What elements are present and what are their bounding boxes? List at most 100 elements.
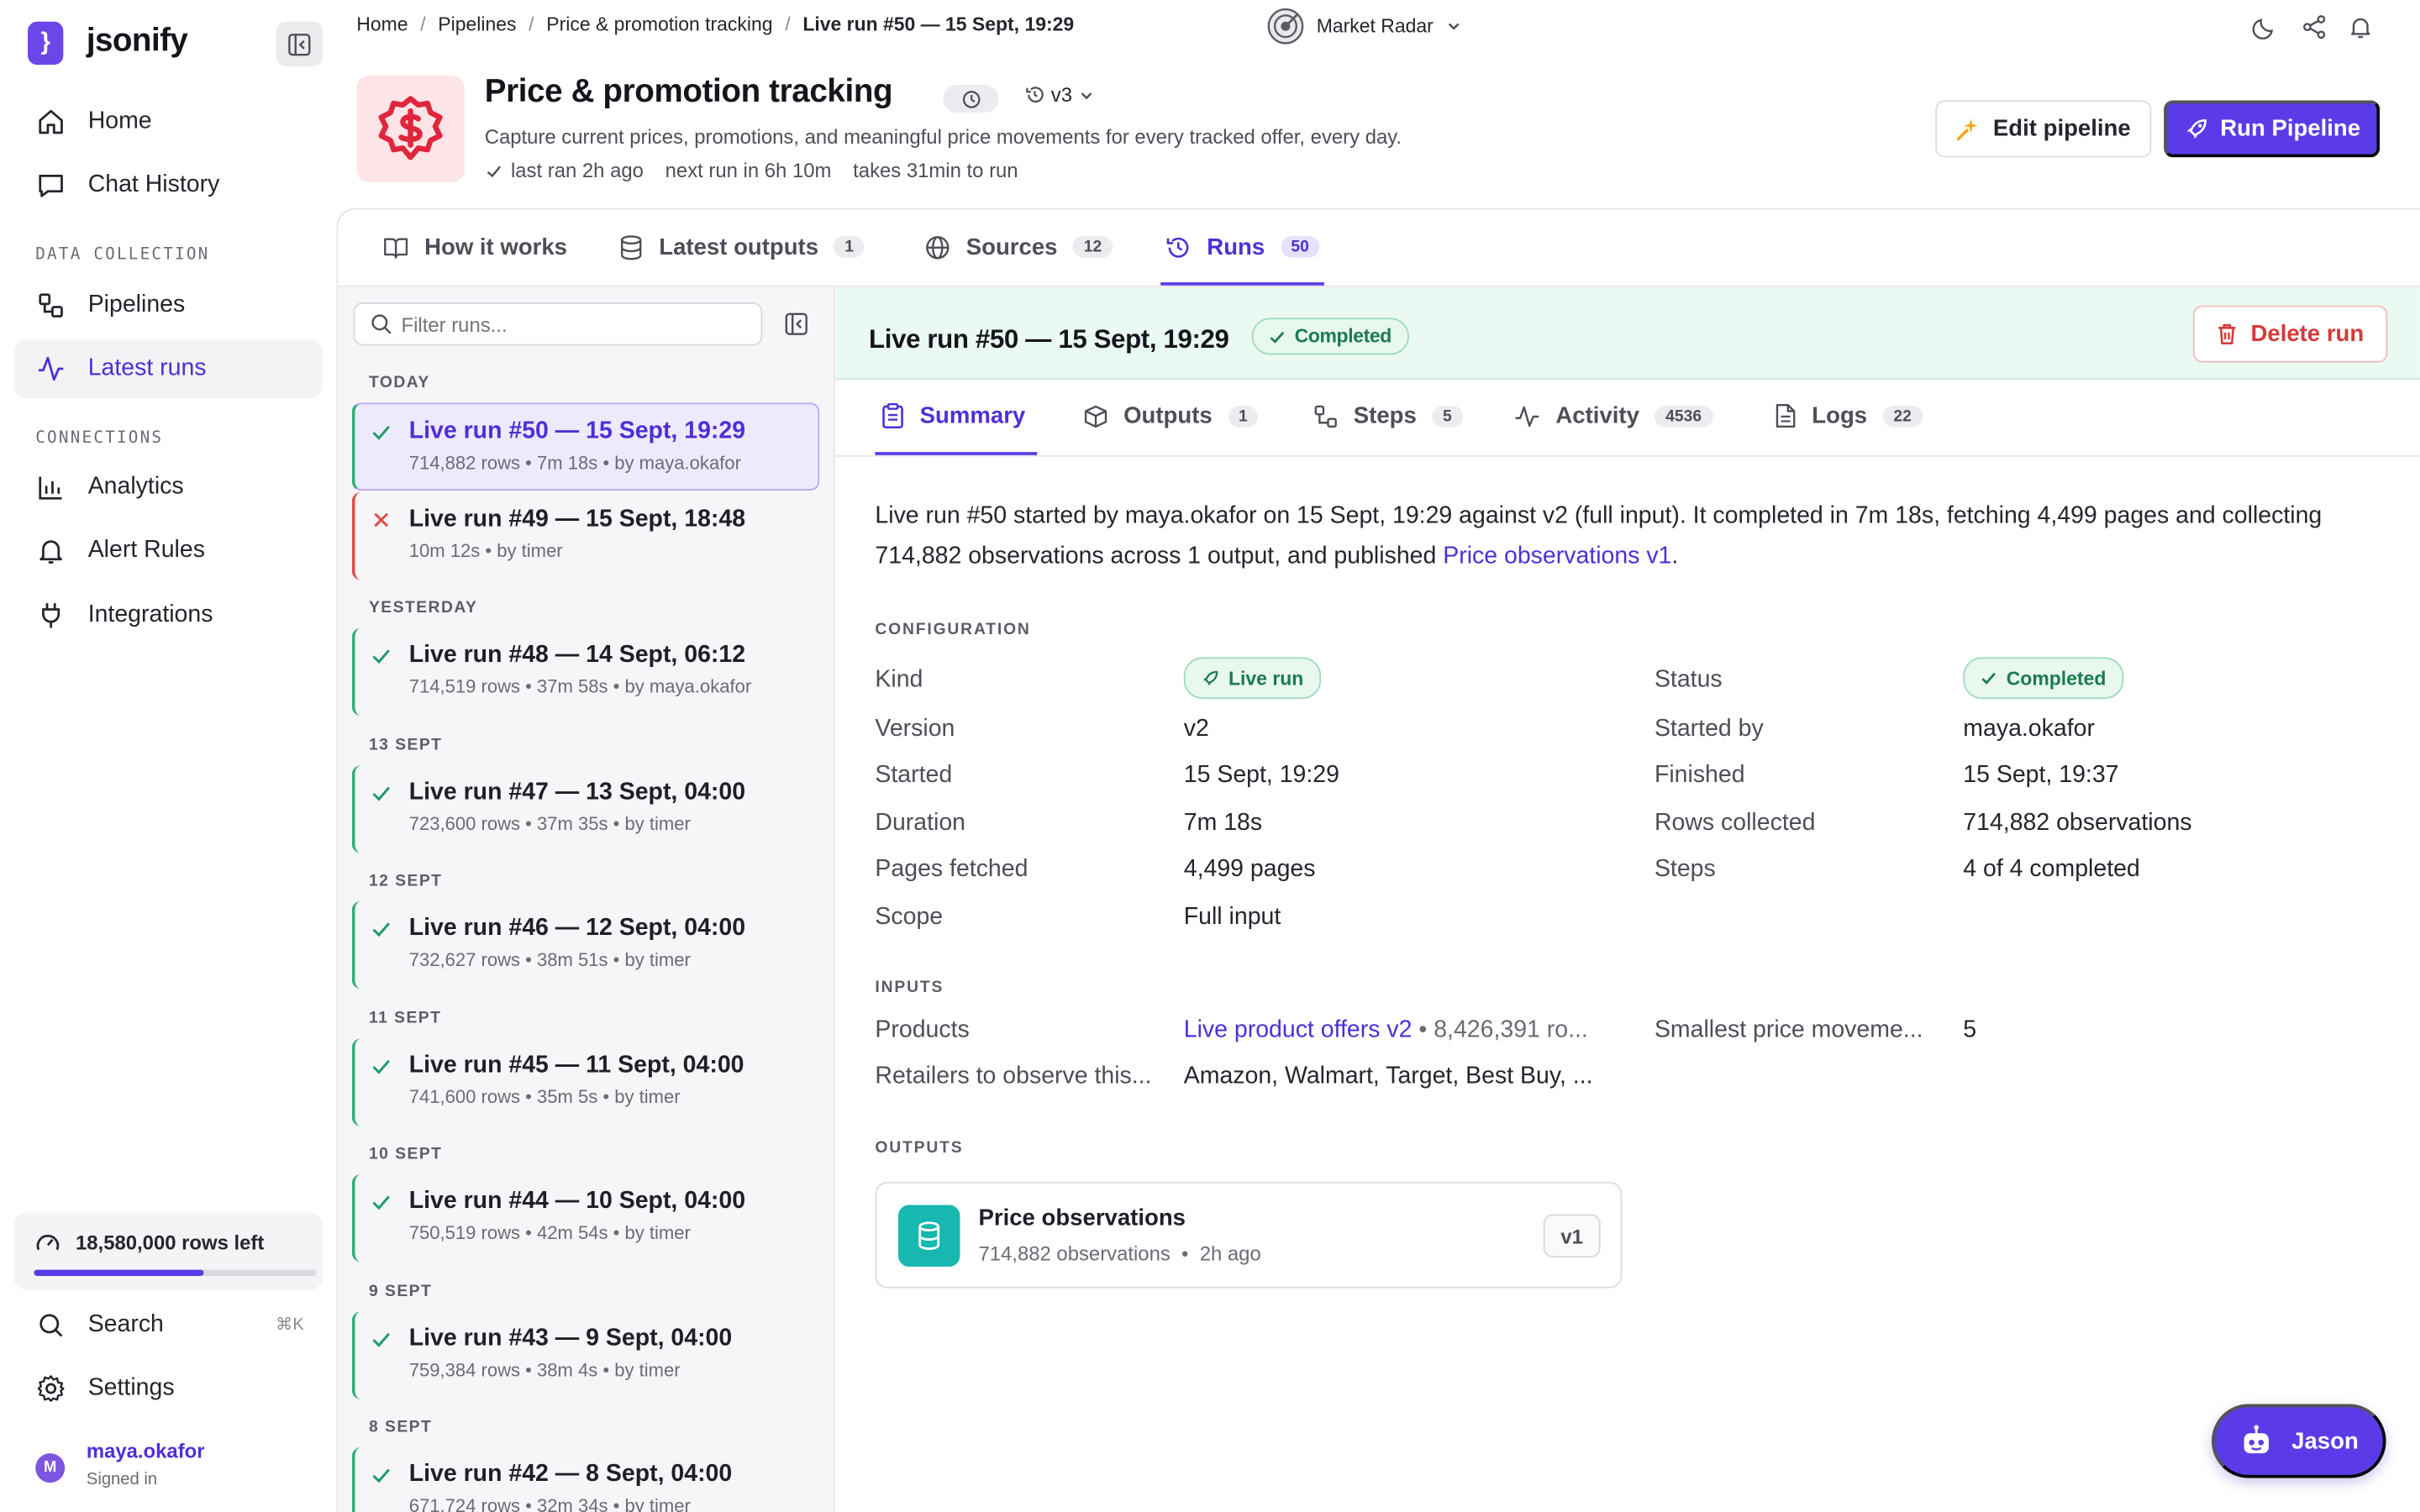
app-name: jsonify [86,23,188,59]
group-label: 12 SEPT [368,871,443,890]
run-title: Live run #47 — 13 Sept, 04:00 [408,779,746,806]
logo-icon[interactable]: } [28,21,64,66]
assistant-button[interactable]: Jason [2211,1404,2386,1478]
avatar[interactable]: M [35,1453,66,1483]
collapse-sidebar-button[interactable] [276,21,323,66]
group-label: TODAY [368,373,430,392]
rows-quota-card[interactable]: 18,580,000 rows left [13,1212,323,1290]
sidebar-item-latest-runs[interactable]: Latest runs [13,339,323,398]
panel-collapse-icon[interactable] [784,312,808,336]
workspace-name: Market Radar [1316,15,1434,38]
run-item[interactable]: Live run #48 — 14 Sept, 06:12 714,519 ro… [351,627,820,717]
sidebar-item-chat-history[interactable]: Chat History [14,156,323,215]
workspace-switcher[interactable]: Market Radar [1265,6,1461,46]
config-value-steps[interactable]: 4 of 4 completed [1963,856,2140,884]
history-icon [1166,236,1189,257]
sidebar-search[interactable]: Search ⌘K [14,1296,323,1355]
sidebar-item-integrations[interactable]: Integrations [14,586,323,645]
sidebar-item-pipelines[interactable]: Pipelines [14,276,323,335]
section-label-connections: CONNECTIONS [35,428,164,448]
tab-how-it-works[interactable]: How it works [383,232,568,263]
input-products-link[interactable]: Live product offers v2 [1184,1016,1413,1042]
settings-label: Settings [87,1374,175,1401]
tab-outputs[interactable]: Outputs 1 [1083,402,1259,429]
sidebar-settings[interactable]: Settings [14,1359,323,1418]
book-icon [384,237,408,259]
active-tab-indicator [1160,282,1324,286]
sidebar-item-label: Latest runs [87,354,207,381]
breadcrumb-home[interactable]: Home [356,14,408,36]
breadcrumb-current: Live run #50 — 15 Sept, 19:29 [802,13,1075,36]
tab-label: Outputs [1123,402,1213,429]
pipeline-meta: last ran 2h ago next run in 6h 10m takes… [485,159,1018,182]
input-label-smallest-price: Smallest price moveme... [1654,1016,1923,1043]
sidebar-item-home[interactable]: Home [14,92,323,151]
activity-icon [1515,405,1539,427]
tab-summary[interactable]: Summary [881,402,1026,429]
app-root: } jsonify Home Chat History DATA COLLECT… [0,0,2420,1512]
input-products-extra: • 8,426,391 ro... [1412,1016,1588,1043]
bell-icon [35,535,66,566]
tab-logs[interactable]: Logs 22 [1775,402,1923,429]
chat-icon [35,170,66,201]
output-version-badge[interactable]: v1 [1543,1214,1601,1257]
last-ran: last ran 2h ago [510,159,644,182]
config-label-duration: Duration [875,810,966,837]
run-item[interactable]: Live run #47 — 13 Sept, 04:00 723,600 ro… [351,765,820,853]
assistant-label: Jason [2291,1427,2359,1455]
rocket-icon [1202,669,1218,685]
check-icon [1981,672,1996,685]
tab-latest-outputs[interactable]: Latest outputs 1 [619,232,865,263]
run-pipeline-button[interactable]: Run Pipeline [2164,100,2381,158]
breadcrumb-pipelines[interactable]: Pipelines [438,14,516,36]
run-item[interactable]: Live run #44 — 10 Sept, 04:00 750,519 ro… [351,1173,820,1263]
edit-pipeline-button[interactable]: Edit pipeline [1935,100,2152,158]
summary-output-link[interactable]: Price observations v1 [1443,543,1671,570]
rows-quota-fill [34,1269,204,1276]
config-value-pages: 4,499 pages [1183,856,1316,883]
tab-activity[interactable]: Activity 4536 [1514,402,1712,429]
output-meta: 714,882 observations • 2h ago [978,1242,1261,1266]
output-card[interactable]: Price observations 714,882 observations … [875,1181,1623,1289]
run-item[interactable]: Live run #43 — 9 Sept, 04:00 759,384 row… [351,1311,820,1399]
user-name[interactable]: maya.okafor [87,1440,205,1463]
run-title: Live run #42 — 8 Sept, 04:00 [408,1461,733,1488]
page-title: Price & promotion tracking [484,74,893,110]
run-summary: Live run #50 started by maya.okafor on 1… [875,496,2380,577]
runs-list: TODAY Live run #50 — 15 Sept, 19:29 714,… [338,286,835,1512]
run-item[interactable]: Live run #45 — 11 Sept, 04:00 741,600 ro… [351,1038,820,1126]
input-label-products: Products [875,1016,970,1043]
filter-runs-input[interactable] [401,312,741,336]
configuration-heading: CONFIGURATION [875,620,1031,639]
activity-icon [35,354,66,385]
config-value-version[interactable]: v2 [1184,716,1209,743]
sidebar-item-alert-rules[interactable]: Alert Rules [14,522,323,580]
config-label-steps: Steps [1654,856,1716,883]
run-item[interactable]: Live run #46 — 12 Sept, 04:00 732,627 ro… [351,900,820,990]
run-item[interactable]: Live run #42 — 8 Sept, 04:00 671,724 row… [351,1446,820,1512]
run-item[interactable]: Live run #49 — 15 Sept, 18:48 10m 12s • … [351,491,820,580]
tab-label: Summary [919,402,1026,429]
tab-steps[interactable]: Steps 5 [1313,402,1463,429]
notification-bell-icon[interactable] [2348,14,2374,40]
tab-sources[interactable]: Sources 12 [924,232,1113,263]
output-name: Price observations [978,1205,1186,1231]
share-icon[interactable] [2302,14,2328,40]
filter-runs-field[interactable] [353,302,763,346]
radar-icon [1267,8,1304,45]
moon-icon[interactable] [2252,14,2278,40]
check-icon [372,1332,390,1347]
delete-run-button[interactable]: Delete run [2192,305,2388,363]
tab-runs[interactable]: Runs 50 [1165,232,1320,263]
delete-run-label: Delete run [2250,321,2365,348]
breadcrumb-pipeline[interactable]: Price & promotion tracking [546,14,772,36]
dollar-badge-icon [378,95,443,160]
schedule-badge[interactable] [943,85,999,113]
version-selector[interactable]: v3 [1025,83,1094,107]
tab-label: How it works [424,234,568,260]
clock-icon [961,90,980,108]
search-label: Search [87,1311,164,1338]
run-item[interactable]: Live run #50 — 15 Sept, 19:29 714,882 ro… [351,402,820,491]
run-title: Live run #43 — 9 Sept, 04:00 [408,1325,733,1352]
sidebar-item-analytics[interactable]: Analytics [14,458,323,517]
